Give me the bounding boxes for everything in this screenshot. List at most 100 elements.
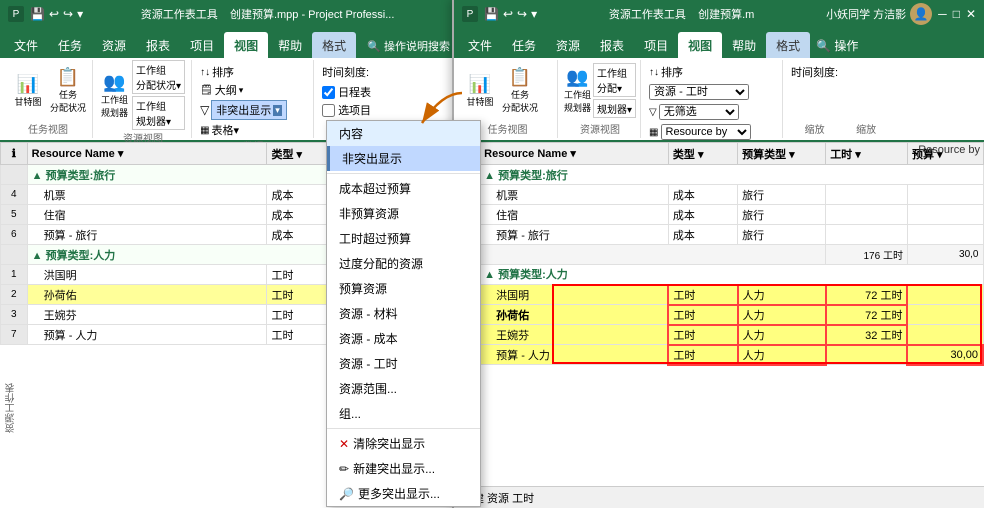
right-row-6: 6 预算 - 旅行 成本 旅行: [455, 225, 984, 245]
dropdown-item-budget-res[interactable]: 预算资源: [327, 276, 480, 301]
group-select[interactable]: Resource by: [661, 124, 751, 140]
task-assign-btn-right[interactable]: 📋 任务分配状况: [502, 67, 538, 114]
dropdown-item-non-budget[interactable]: 非预算资源: [327, 201, 480, 226]
dropdown-item-res-material[interactable]: 资源 - 材料: [327, 301, 480, 326]
th-info: ℹ: [1, 143, 28, 165]
tab-file-right[interactable]: 文件: [458, 32, 502, 58]
gantt-btn-left[interactable]: 📊 甘特图: [10, 74, 46, 108]
workgroup-btn-left[interactable]: 👥 工作组规划器: [101, 72, 128, 119]
dropdown-item-over-alloc[interactable]: 过度分配的资源: [327, 251, 480, 276]
tab-search-right[interactable]: 🔍 操作: [810, 32, 864, 58]
undo-icon-right[interactable]: ↩: [503, 7, 513, 21]
tab-help-left[interactable]: 帮助: [268, 32, 312, 58]
right-ct-5: 成本: [668, 205, 737, 225]
dropdown-item-res-range[interactable]: 资源范围...: [327, 376, 480, 401]
dropdown-item-content[interactable]: 内容: [327, 121, 480, 146]
user-avatar: 👤: [910, 3, 932, 25]
highlight-arrow-btn[interactable]: ▾: [273, 105, 282, 116]
left-resource-btns: 👥 工作组规划器 工作组分配状况▾ 工作组规划器▾: [101, 60, 185, 130]
resource-sub-btns: 工作组分配状况▾ 工作组规划器▾: [132, 60, 185, 130]
right-sub-btns: 工作组分配▾ 规划器▾: [593, 63, 636, 118]
gantt-btn-right[interactable]: 📊 甘特图: [462, 74, 498, 108]
dropdown-item-more[interactable]: 🔎更多突出显示...: [327, 481, 480, 506]
workgroup-btn-right[interactable]: 👥 工作组规划器: [564, 67, 591, 114]
left-rownum-1: 1: [1, 265, 28, 285]
custom-icon-right[interactable]: ▾: [531, 7, 537, 21]
right-row-2-selected[interactable]: 2 孙荷佑 工时 人力 72 工时: [455, 305, 984, 325]
tab-format-right[interactable]: 格式: [766, 32, 810, 58]
dropdown-item-nohighlight[interactable]: 非突出显示: [327, 146, 480, 171]
left-file-label: 创建预算.mpp - Project Professi...: [230, 9, 394, 21]
dropdown-item-cost-over[interactable]: 成本超过预算: [327, 176, 480, 201]
redo-icon-left[interactable]: ↪: [63, 7, 73, 21]
right-ch-4: [826, 185, 908, 205]
tab-report-right[interactable]: 报表: [590, 32, 634, 58]
task-usage-btn-left[interactable]: 📋 任务分配状况: [50, 67, 86, 114]
other-check-label[interactable]: 选项目: [322, 102, 371, 118]
right-ch-5: [826, 205, 908, 225]
tab-view-right[interactable]: 视图: [678, 32, 722, 58]
right-planner-btn[interactable]: 规划器▾: [593, 99, 636, 118]
highlight-dropdown-btn[interactable]: 非突出显示 ▾: [211, 100, 287, 120]
right-data-controls: ↑↓ 排序 资源 - 工时 ▽ 无筛选: [649, 60, 776, 140]
dropdown-item-res-cost[interactable]: 资源 - 成本: [327, 326, 480, 351]
right-sort-label: 排序: [661, 64, 683, 80]
left-title-text: 资源工作表工具 创建预算.mpp - Project Professi...: [89, 6, 446, 22]
undo-icon-left[interactable]: ↩: [49, 7, 59, 21]
tab-resource-right[interactable]: 资源: [546, 32, 590, 58]
redo-icon-right[interactable]: ↪: [517, 7, 527, 21]
resource-planner-btn[interactable]: 工作组规划器▾: [132, 96, 185, 130]
user-name: 小妖同学 方洁影: [826, 6, 906, 22]
tab-view-left[interactable]: 视图: [224, 32, 268, 58]
right-cb-1: 人力: [738, 285, 826, 305]
right-ch-6: [826, 225, 908, 245]
resource-view-label-right: 资源视图: [564, 121, 636, 138]
left-ribbon-tabs: 文件 任务 资源 报表 项目 视图 帮助 格式 🔍 操作说明搜索: [0, 28, 454, 58]
more-icon: 🔎: [339, 487, 354, 501]
schedule-checkbox[interactable]: [322, 86, 335, 99]
dropdown-item-new[interactable]: ✏新建突出显示...: [327, 456, 480, 481]
custom-icon-left[interactable]: ▾: [77, 7, 83, 21]
app-icon-left: P: [8, 6, 24, 22]
right-file-label: 创建预算.m: [698, 9, 754, 21]
left-data-group: ↑↓ 排序 🗒 大纲 ▾ ▽ 非突出显示 ▾: [194, 60, 314, 138]
right-view-btns: 📊 甘特图 📋 任务分配状况: [462, 60, 553, 121]
dropdown-menu: 内容 非突出显示 成本超过预算 非预算资源 工时超过预算 过度分配的资源 预算资…: [326, 120, 481, 507]
right-cn-1: 洪国明: [480, 285, 669, 305]
tab-format-left[interactable]: 格式: [312, 32, 356, 58]
outline-arrow: ▾: [239, 85, 244, 96]
dropdown-item-work-over[interactable]: 工时超过预算: [327, 226, 480, 251]
right-th-budget-type: 预算类型 ▾: [738, 143, 826, 165]
right-app-label: 资源工作表工具: [609, 9, 686, 21]
tab-task-left[interactable]: 任务: [48, 32, 92, 58]
work-alloc-btn[interactable]: 工作组分配状况▾: [132, 60, 185, 94]
tab-resource-left[interactable]: 资源: [92, 32, 136, 58]
right-cb-4: 旅行: [738, 185, 826, 205]
view-select[interactable]: 资源 - 工时: [649, 84, 749, 100]
dropdown-item-res-work[interactable]: 资源 - 工时: [327, 351, 480, 376]
other-checkbox[interactable]: [322, 104, 335, 117]
right-alloc-btn[interactable]: 工作组分配▾: [593, 63, 636, 97]
dropdown-item-clear[interactable]: ✕清除突出显示: [327, 431, 480, 456]
save-icon-left[interactable]: 💾: [30, 7, 45, 21]
right-ca-3: [907, 325, 983, 345]
tab-report-left[interactable]: 报表: [136, 32, 180, 58]
table-icon: ▦: [200, 125, 209, 136]
dropdown-item-group[interactable]: 组...: [327, 401, 480, 426]
tab-project-right[interactable]: 项目: [634, 32, 678, 58]
tab-task-right[interactable]: 任务: [502, 32, 546, 58]
filter-icon: ▽: [200, 103, 209, 117]
resource-by-text: Resource by: [918, 144, 980, 156]
right-ct-4: 成本: [668, 185, 737, 205]
right-ca-2: [907, 305, 983, 325]
schedule-check-label[interactable]: 日程表: [322, 84, 371, 100]
close-btn[interactable]: ✕: [966, 7, 976, 21]
save-icon-right[interactable]: 💾: [484, 7, 499, 21]
tab-file-left[interactable]: 文件: [4, 32, 48, 58]
filter-select[interactable]: 无筛选: [659, 104, 739, 120]
minimize-btn[interactable]: ─: [938, 7, 947, 21]
maximize-btn[interactable]: □: [953, 7, 960, 21]
tab-project-left[interactable]: 项目: [180, 32, 224, 58]
right-cn-7: 预算 - 人力: [480, 345, 669, 365]
tab-help-right[interactable]: 帮助: [722, 32, 766, 58]
